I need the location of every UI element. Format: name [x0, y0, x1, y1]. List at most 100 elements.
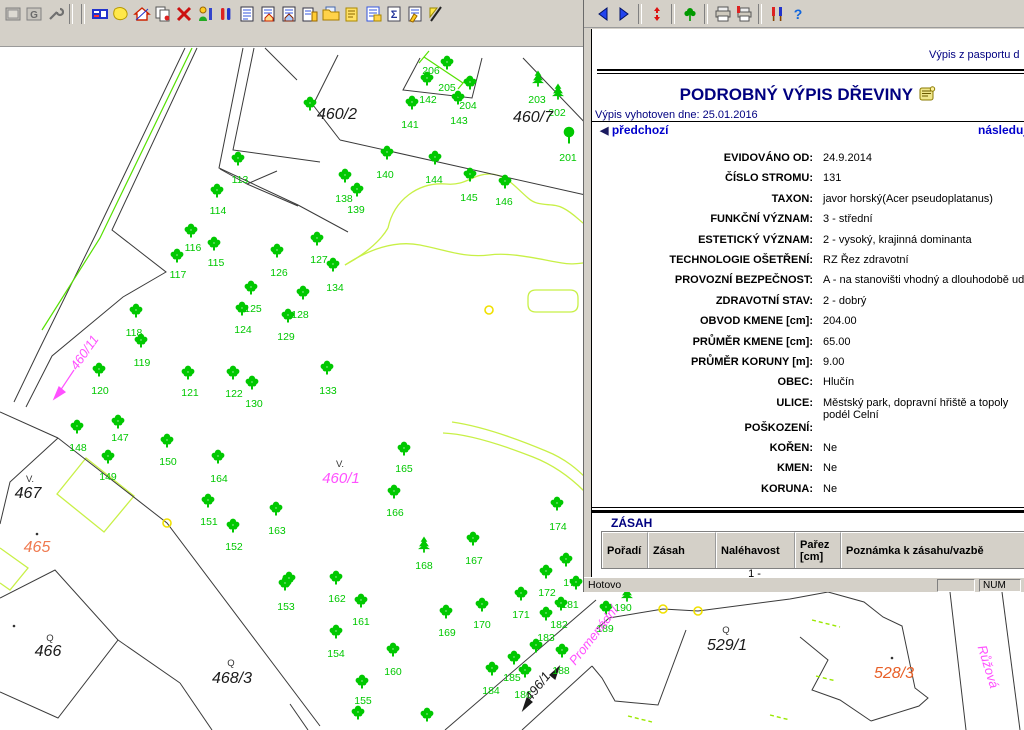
- svg-text:162: 162: [328, 593, 346, 605]
- field-value: Ne: [823, 462, 1023, 475]
- svg-text:460/1: 460/1: [322, 470, 360, 487]
- field-row: ZDRAVOTNÍ STAV:2 - dobrý: [592, 295, 1024, 315]
- zasah-column-header: Naléhavost: [716, 532, 795, 568]
- svg-text:154: 154: [327, 648, 345, 660]
- field-row: POŠKOZENÍ:: [592, 422, 1024, 442]
- svg-text:145: 145: [460, 192, 478, 204]
- field-row: KORUNA:Ne: [592, 483, 1024, 503]
- svg-text:205: 205: [438, 82, 456, 94]
- svg-text:460/7: 460/7: [513, 109, 554, 126]
- svg-text:150: 150: [159, 456, 177, 468]
- field-value: RZ Řez zdravotní: [823, 254, 1023, 267]
- marker-icon[interactable]: [646, 3, 667, 25]
- grid-icon[interactable]: G: [23, 3, 44, 25]
- field-label: PRŮMĚR KORUNY [m]:: [592, 356, 813, 369]
- document-home-icon[interactable]: [257, 3, 278, 25]
- status-text: Hotovo: [588, 579, 621, 591]
- svg-text:116: 116: [185, 242, 202, 254]
- svg-text:134: 134: [326, 282, 344, 294]
- field-value: 131: [823, 172, 1023, 185]
- svg-text:166: 166: [386, 507, 404, 519]
- sum-icon[interactable]: Σ: [383, 3, 404, 25]
- detail-window: ? Výpis z pasportu d PODROBNÝ VÝPIS DŘEV…: [583, 0, 1024, 592]
- field-value: 204.00: [823, 315, 1023, 328]
- field-row: OBVOD KMENE [cm]:204.00: [592, 315, 1024, 335]
- wrench-icon[interactable]: [44, 3, 65, 25]
- end-icon[interactable]: [425, 3, 446, 25]
- app-window: 2062052041421431412032022011131141381391…: [0, 0, 1024, 730]
- field-value: 9.00: [823, 356, 1023, 369]
- zasah-column-header: Zásah: [648, 532, 716, 568]
- divider-date: [592, 121, 1024, 122]
- svg-text:171: 171: [512, 609, 530, 621]
- document-icon[interactable]: [236, 3, 257, 25]
- svg-text:185: 185: [503, 672, 521, 684]
- section-heading: ZÁSAH: [611, 516, 652, 530]
- divider-zasah-1: [592, 507, 1024, 508]
- document-books-icon[interactable]: [299, 3, 320, 25]
- svg-text:122: 122: [225, 388, 243, 400]
- svg-text:164: 164: [210, 473, 228, 485]
- field-label: TECHNOLOGIE OŠETŘENÍ:: [592, 254, 813, 267]
- next-button[interactable]: [613, 3, 634, 25]
- report-type-link[interactable]: Výpis z pasportu d: [929, 49, 1020, 61]
- svg-text:172: 172: [538, 587, 556, 599]
- field-label: POŠKOZENÍ:: [592, 422, 813, 435]
- svg-text:148: 148: [69, 442, 87, 454]
- svg-text:120: 120: [91, 385, 109, 397]
- svg-text:188: 188: [552, 665, 570, 677]
- gauge-icon[interactable]: [215, 3, 236, 25]
- svg-text:147: 147: [111, 432, 129, 444]
- svg-text:G: G: [30, 10, 38, 21]
- document-home2-icon[interactable]: [278, 3, 299, 25]
- svg-text:167: 167: [465, 555, 483, 567]
- svg-text:181: 181: [561, 599, 579, 611]
- field-row: OBEC:Hlučín: [592, 376, 1024, 396]
- document-edit-icon[interactable]: [404, 3, 425, 25]
- field-row: ULICE:Městský park, dopravní hřiště a to…: [592, 397, 1024, 422]
- svg-text:Q: Q: [227, 658, 234, 669]
- svg-text:529/1: 529/1: [707, 637, 747, 654]
- print-export-icon[interactable]: [733, 3, 754, 25]
- prev-button[interactable]: [592, 3, 613, 25]
- field-value: 65.00: [823, 336, 1023, 349]
- field-label: PRŮMĚR KMENE [cm]:: [592, 336, 813, 349]
- documents-icon[interactable]: [341, 3, 362, 25]
- main-toolbar: GΣ: [2, 2, 446, 26]
- svg-text:149: 149: [99, 471, 117, 483]
- delete-icon[interactable]: [173, 3, 194, 25]
- legend-icon[interactable]: [89, 3, 110, 25]
- field-label: KORUNA:: [592, 483, 813, 496]
- person-icon[interactable]: [194, 3, 215, 25]
- toolbar-separator: [69, 4, 73, 24]
- document-attach-icon[interactable]: [362, 3, 383, 25]
- folder-icon[interactable]: [320, 3, 341, 25]
- detail-content: Výpis z pasportu d PODROBNÝ VÝPIS DŘEVIN…: [591, 29, 1024, 578]
- svg-text:125: 125: [244, 303, 262, 315]
- copy-icon[interactable]: [152, 3, 173, 25]
- statusbar-box-empty: [937, 579, 975, 592]
- window-icon[interactable]: [2, 3, 23, 25]
- svg-text:124: 124: [234, 324, 252, 336]
- svg-text:468/3: 468/3: [212, 670, 252, 687]
- home-icon[interactable]: [131, 3, 152, 25]
- help-icon[interactable]: ?: [787, 3, 808, 25]
- field-row: PRŮMĚR KORUNY [m]: 9.00: [592, 356, 1024, 376]
- prev-record-link[interactable]: ◀ předchozí: [600, 123, 668, 137]
- next-record-link[interactable]: následují: [978, 123, 1024, 137]
- field-row: PROVOZNÍ BEZPEČNOST:A - na stanovišti vh…: [592, 274, 1024, 294]
- svg-text:160: 160: [384, 666, 402, 678]
- field-label: TAXON:: [592, 193, 813, 206]
- tree-icon[interactable]: [679, 3, 700, 25]
- field-value: Ne: [823, 442, 1023, 455]
- field-label: ČÍSLO STROMU:: [592, 172, 813, 185]
- tools-icon[interactable]: [766, 3, 787, 25]
- svg-text:182: 182: [550, 619, 568, 631]
- print-icon[interactable]: [712, 3, 733, 25]
- highlight-icon[interactable]: [110, 3, 131, 25]
- field-label: ULICE:: [592, 397, 813, 410]
- svg-text:117: 117: [170, 269, 187, 281]
- zasah-column-header: Pořadí: [602, 532, 648, 568]
- svg-text:143: 143: [450, 115, 468, 127]
- divider-zasah-2: [592, 510, 1024, 513]
